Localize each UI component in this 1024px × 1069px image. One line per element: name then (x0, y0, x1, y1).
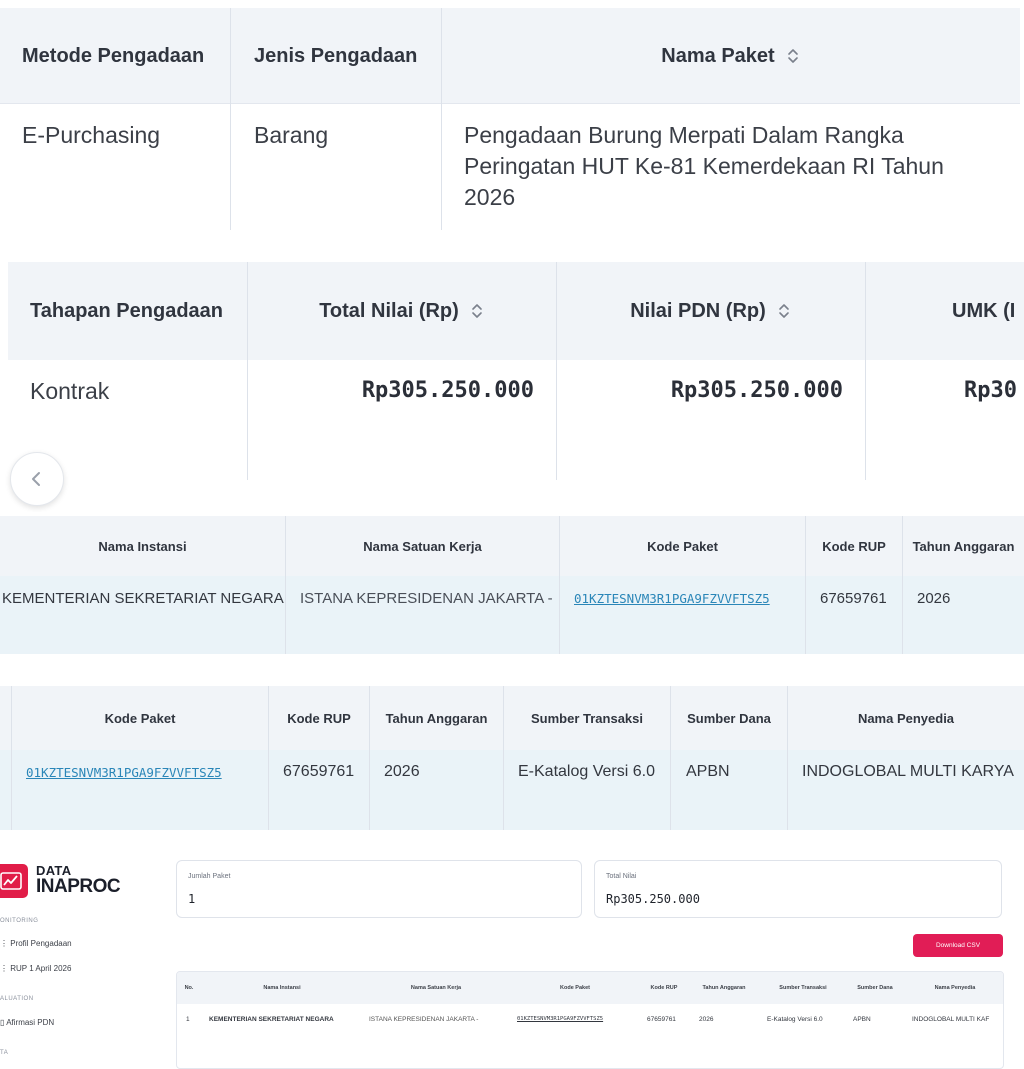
col-header-total-nilai[interactable]: Total Nilai (Rp) (248, 262, 556, 360)
sort-icon[interactable] (776, 302, 792, 320)
col-header-kode-paket: Kode Paket (104, 710, 176, 726)
col-header-nilai-pdn[interactable]: Nilai PDN (Rp) (557, 262, 865, 360)
cell-tahun: 2026 (699, 1015, 714, 1023)
logo-icon (0, 864, 28, 898)
cell-jenis: Barang (254, 122, 329, 148)
cell-sumber-transaksi: E-Katalog Versi 6.0 (767, 1015, 823, 1023)
cell-instansi: KEMENTERIAN SEKRETARIAT NEGARA (2, 589, 284, 607)
cell-kode-rup: 67659761 (820, 589, 887, 607)
cell-kode-rup: 67659761 (647, 1015, 676, 1023)
col-header-kode-paket: Kode Paket (560, 985, 590, 991)
col-header-no: No. (184, 985, 194, 991)
col-header-sumber-transaksi: Sumber Transaksi (779, 985, 827, 991)
cell-penyedia: INDOGLOBAL MULTI KAF (912, 1015, 990, 1023)
col-header-kode-rup: Kode RUP (650, 985, 678, 991)
jumlah-paket-card: Jumlah Paket 1 (176, 860, 582, 918)
cell-sumber-dana: APBN (853, 1015, 871, 1023)
col-header-nama-instansi: Nama Instansi (263, 985, 301, 991)
col-header-nama-instansi: Nama Instansi (98, 538, 187, 554)
total-nilai-card: Total Nilai Rp305.250.000 (594, 860, 1002, 918)
procurement-info-table: Metode Pengadaan Jenis Pengadaan Nama Pa… (0, 0, 1024, 240)
procurement-value-table: Tahapan Pengadaan Total Nilai (Rp) Nilai… (0, 240, 1024, 512)
cell-no: 1 (186, 1015, 190, 1023)
sidebar-item-afirmasi[interactable]: ▯ Afirmasi PDN (0, 1018, 54, 1027)
cell-metode: E-Purchasing (22, 122, 161, 148)
cell-satuan-kerja: ISTANA KEPRESIDENAN JAKARTA - (300, 589, 553, 607)
cell-nilai-pdn: Rp305.250.000 (670, 378, 843, 403)
col-header-nama-penyedia: Nama Penyedia (857, 710, 955, 726)
col-header-satuan-kerja: Nama Satuan Kerja (410, 985, 462, 991)
col-header-metode-pengadaan: Metode Pengadaan (22, 44, 205, 67)
kode-paket-link[interactable]: 01KZTESNVM3R1PGA9FZVVFTSZ5 (26, 750, 266, 794)
col-header-tahun: Tahun Anggaran (702, 985, 746, 991)
download-csv-button[interactable]: Download CSV (913, 934, 1003, 957)
instansi-table: Nama Instansi Nama Satuan Kerja Kode Pak… (0, 516, 1024, 656)
sidebar-section-data: TA (0, 1050, 9, 1056)
logo-text-bottom: INAPROC (36, 876, 121, 897)
cell-sumber-transaksi: E-Katalog Versi 6.0 (518, 763, 655, 780)
col-header-umk: UMK (I (952, 299, 1016, 322)
cell-tahapan: Kontrak (30, 378, 110, 404)
cell-kode-rup: 67659761 (283, 763, 355, 780)
scroll-left-button[interactable] (10, 452, 64, 506)
col-header-kode-rup: Kode RUP (287, 710, 351, 726)
col-header-sumber-dana: Sumber Dana (687, 710, 771, 726)
col-header-tahapan: Tahapan Pengadaan (30, 299, 224, 322)
kode-paket-link[interactable]: 01KZTESNVM3R1PGA9FZVVFTSZ5 (574, 576, 804, 620)
sort-icon[interactable] (469, 302, 485, 320)
dashboard-screenshot: DATA INAPROC ONITORING ⋮ Profil Pengadaa… (0, 846, 1024, 1069)
cell-tahun: 2026 (384, 763, 420, 780)
dashboard-table: No. Nama Instansi Nama Satuan Kerja Kode… (176, 971, 1004, 1069)
cell-sumber-dana: APBN (686, 763, 730, 780)
cell-satuan-kerja: ISTANA KEPRESIDENAN JAKARTA - (369, 1015, 479, 1023)
cell-instansi: KEMENTERIAN SEKRETARIAT NEGARA (209, 1015, 334, 1023)
sidebar-section-monitoring: ONITORING (0, 918, 39, 924)
sidebar-section-evaluation: ALUATION (0, 996, 34, 1002)
col-header-kode-rup: Kode RUP (822, 538, 886, 554)
penyedia-table: Kode Paket Kode RUP Tahun Anggaran Sumbe… (0, 686, 1024, 831)
col-header-jenis-pengadaan: Jenis Pengadaan (254, 44, 418, 67)
cell-penyedia: INDOGLOBAL MULTI KARYA (802, 763, 1014, 780)
kode-paket-link[interactable]: 01KZTESNVM3R1PGA9FZVVFTSZ5 (517, 1004, 603, 1034)
sort-icon[interactable] (785, 47, 801, 65)
col-header-sumber-dana: Sumber Dana (857, 985, 893, 991)
col-header-nama-paket[interactable]: Nama Paket (442, 8, 1020, 104)
col-header-tahun-anggaran: Tahun Anggaran (912, 538, 1015, 554)
sidebar-item-profil[interactable]: ⋮ Profil Pengadaan (0, 939, 72, 948)
sidebar-item-rup[interactable]: ⋮ RUP 1 April 2026 (0, 964, 71, 973)
col-header-sumber-transaksi: Sumber Transaksi (531, 710, 643, 726)
cell-tahun: 2026 (917, 589, 951, 607)
cell-total-nilai: Rp305.250.000 (361, 378, 534, 403)
col-header-nama-penyedia: Nama Penyedia (934, 985, 976, 991)
chevron-left-icon (32, 472, 40, 486)
col-header-tahun-anggaran: Tahun Anggaran (385, 710, 488, 726)
cell-nama-paket: Pengadaan Burung Merpati Dalam Rangka Pe… (464, 122, 944, 210)
col-header-satuan-kerja: Nama Satuan Kerja (363, 538, 482, 554)
cell-umk: Rp30 (964, 378, 1017, 403)
col-header-kode-paket: Kode Paket (647, 538, 718, 554)
